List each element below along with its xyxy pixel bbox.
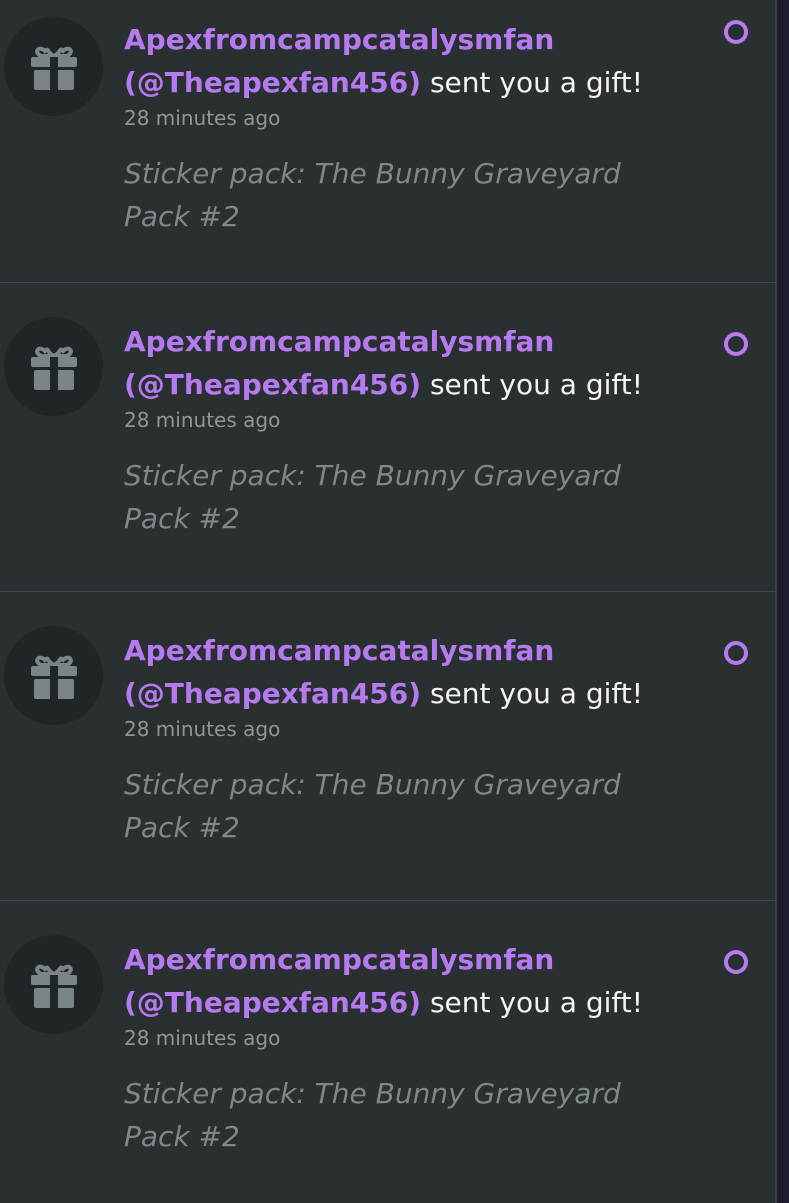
gift-avatar bbox=[4, 17, 103, 116]
unread-indicator[interactable] bbox=[724, 641, 748, 665]
gift-icon bbox=[30, 964, 77, 1008]
gift-icon bbox=[30, 46, 77, 90]
gift-icon bbox=[30, 655, 77, 699]
notification-headline: Apexfromcampcatalysmfan (@Theapexfan456)… bbox=[124, 320, 695, 406]
gift-description: Sticker pack: The Bunny Graveyard Pack #… bbox=[124, 1077, 621, 1153]
notification-feed: Apexfromcampcatalysmfan (@Theapexfan456)… bbox=[0, 0, 777, 1203]
notification-headline: Apexfromcampcatalysmfan (@Theapexfan456)… bbox=[124, 938, 695, 1024]
notification-body: Apexfromcampcatalysmfan (@Theapexfan456)… bbox=[124, 18, 695, 238]
gift-icon bbox=[30, 346, 77, 390]
notification-item[interactable]: Apexfromcampcatalysmfan (@Theapexfan456)… bbox=[0, 0, 775, 283]
timestamp: 28 minutes ago bbox=[124, 717, 281, 741]
notification-body: Apexfromcampcatalysmfan (@Theapexfan456)… bbox=[124, 320, 695, 540]
unread-indicator[interactable] bbox=[724, 332, 748, 356]
gift-description: Sticker pack: The Bunny Graveyard Pack #… bbox=[124, 459, 621, 535]
gift-avatar bbox=[4, 626, 103, 725]
notification-item[interactable]: Apexfromcampcatalysmfan (@Theapexfan456)… bbox=[0, 901, 775, 1203]
notification-body: Apexfromcampcatalysmfan (@Theapexfan456)… bbox=[124, 629, 695, 849]
notification-action: sent you a gift! bbox=[429, 66, 643, 99]
timestamp: 28 minutes ago bbox=[124, 408, 281, 432]
gift-avatar bbox=[4, 935, 103, 1034]
notification-headline: Apexfromcampcatalysmfan (@Theapexfan456)… bbox=[124, 18, 695, 104]
notification-item[interactable]: Apexfromcampcatalysmfan (@Theapexfan456)… bbox=[0, 283, 775, 592]
notification-item[interactable]: Apexfromcampcatalysmfan (@Theapexfan456)… bbox=[0, 592, 775, 901]
gift-description: Sticker pack: The Bunny Graveyard Pack #… bbox=[124, 768, 621, 844]
timestamp: 28 minutes ago bbox=[124, 106, 281, 130]
unread-indicator[interactable] bbox=[724, 20, 748, 44]
notification-action: sent you a gift! bbox=[429, 677, 643, 710]
gift-description: Sticker pack: The Bunny Graveyard Pack #… bbox=[124, 157, 621, 233]
timestamp: 28 minutes ago bbox=[124, 1026, 281, 1050]
notification-headline: Apexfromcampcatalysmfan (@Theapexfan456)… bbox=[124, 629, 695, 715]
notification-action: sent you a gift! bbox=[429, 368, 643, 401]
unread-indicator[interactable] bbox=[724, 950, 748, 974]
notification-body: Apexfromcampcatalysmfan (@Theapexfan456)… bbox=[124, 938, 695, 1158]
gift-avatar bbox=[4, 317, 103, 416]
notification-action: sent you a gift! bbox=[429, 986, 643, 1019]
